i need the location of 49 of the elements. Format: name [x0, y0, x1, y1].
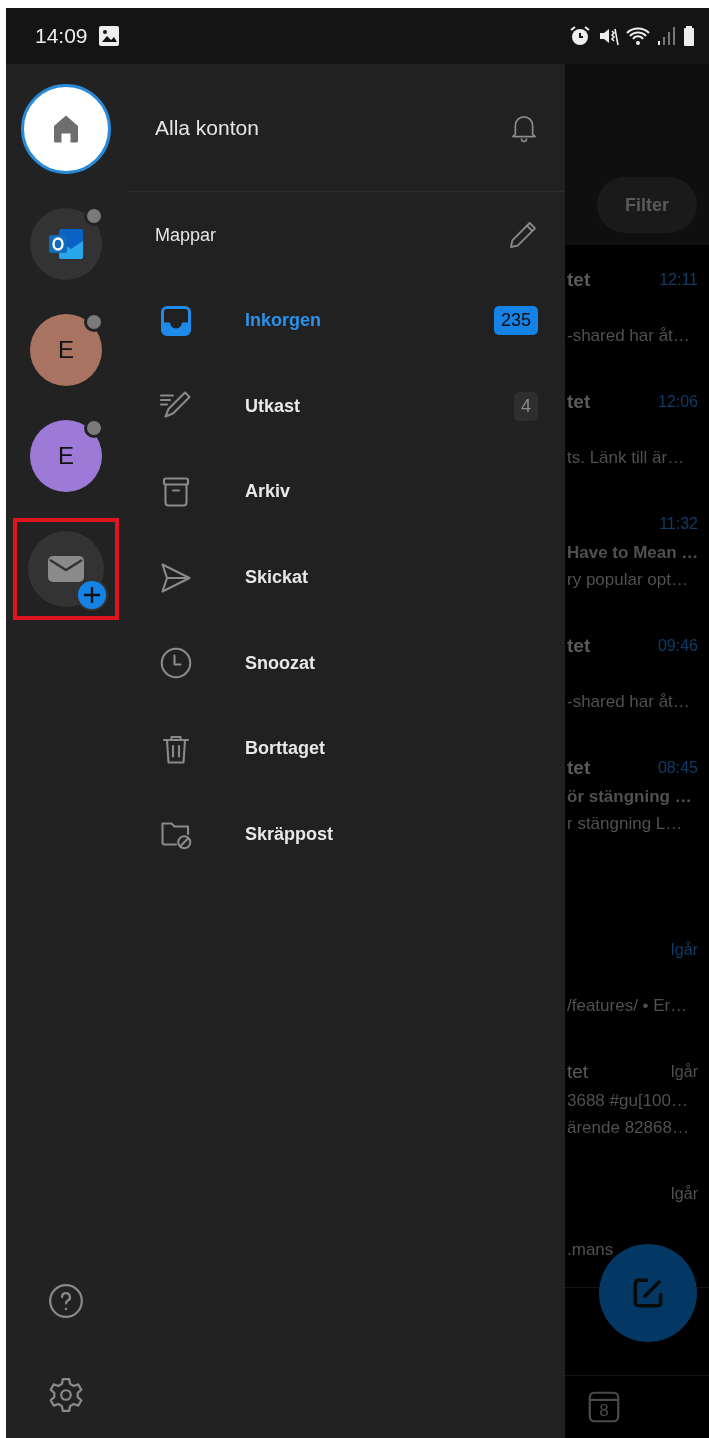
mail-icon	[46, 554, 86, 584]
folder-item[interactable]: Skickat	[126, 534, 565, 621]
sender-name: tet	[567, 757, 591, 779]
pencil-icon[interactable]	[507, 219, 539, 251]
message-preview: ry popular opt…	[567, 569, 688, 590]
count-badge: 235	[493, 306, 538, 336]
message-subject: ör stängning …	[567, 786, 692, 807]
message-time: Igår	[670, 1063, 698, 1081]
settings-icon[interactable]	[47, 1376, 85, 1414]
message-subject: 3688 #gu[100…	[567, 1090, 688, 1111]
folder-item[interactable]: Inkorgen 235	[126, 278, 565, 364]
folder-item[interactable]: Borttaget	[126, 705, 565, 792]
message-preview: /features/ • Er…	[567, 995, 688, 1016]
folder-item[interactable]: Snoozat	[126, 620, 565, 706]
wifi-icon	[625, 25, 651, 47]
message-time: Igår	[670, 941, 698, 959]
sender-name: tet	[567, 391, 591, 413]
alarm-icon	[569, 25, 591, 47]
folder-item[interactable]: Skräppost	[126, 791, 565, 878]
message-time: 12:06	[657, 393, 698, 411]
plus-icon	[76, 579, 108, 611]
message-preview: ärende 82868…	[567, 1117, 689, 1138]
message-time: 12:11	[659, 271, 698, 289]
account-avatar[interactable]: E	[30, 420, 102, 492]
message-preview: -shared har åt…	[567, 325, 690, 346]
image-icon	[97, 25, 120, 47]
folder-item[interactable]: Arkiv	[126, 449, 565, 535]
clock-time: 14:09	[35, 24, 88, 48]
sender-name: tet	[567, 1061, 589, 1083]
signal-icon	[657, 25, 677, 47]
envelope-logo-icon	[47, 227, 85, 261]
folder-item[interactable]: Utkast 4	[126, 363, 565, 450]
message-preview: r stängning L…	[567, 813, 683, 834]
count-badge: 4	[514, 391, 538, 421]
battery-icon	[683, 25, 695, 47]
help-icon[interactable]	[47, 1282, 85, 1320]
message-time: 09:46	[657, 637, 698, 655]
account-avatar[interactable]: E	[30, 314, 102, 386]
message-time: Igår	[670, 1185, 698, 1203]
sender-name: tet	[567, 269, 591, 291]
message-preview: ts. Länk till är…	[567, 447, 685, 468]
message-preview: .mans	[567, 1239, 614, 1260]
message-subject: Have to Mean …	[567, 542, 699, 563]
section-title: Mappar	[155, 224, 217, 246]
sender-name: tet	[567, 635, 591, 657]
message-time: 11:32	[659, 515, 698, 533]
message-time: 08:45	[657, 759, 698, 777]
message-preview: -shared har åt…	[567, 691, 690, 712]
drawer-title: Alla konton	[155, 115, 259, 140]
